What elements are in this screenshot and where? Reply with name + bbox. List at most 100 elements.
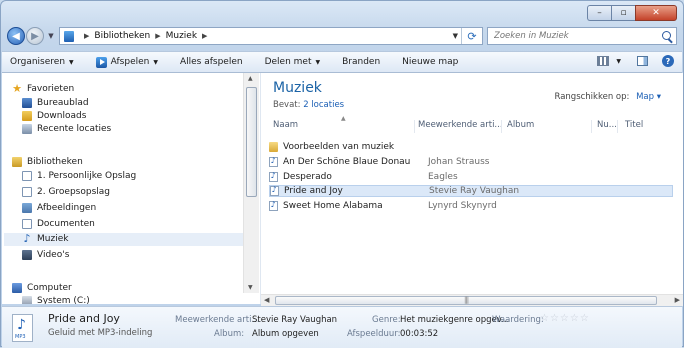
details-pane: ♪ MP3 Pride and Joy Geluid met MP3-indel… [2, 306, 682, 348]
file-list-pane: Muziek Bevat: 2 locaties Rangschikken op… [261, 73, 683, 294]
column-divider[interactable] [591, 120, 592, 133]
burn-button[interactable]: Branden [342, 57, 380, 67]
nav-item-music[interactable]: ♪ Muziek [22, 233, 68, 245]
nav-favorites[interactable]: ★ Favorieten [12, 83, 74, 95]
nav-item-documents[interactable]: Documenten [22, 218, 95, 230]
explorer-window: – ▫ ✕ ◀ ▶ ▼ ▶ Bibliotheken ▶ Muziek ▶ ▼ … [0, 0, 684, 348]
scroll-down-icon[interactable]: ▼ [248, 284, 253, 291]
scroll-up-icon[interactable]: ▲ [248, 75, 253, 82]
nav-label: Afbeeldingen [37, 203, 97, 213]
nav-item-videos[interactable]: Video's [22, 249, 69, 261]
help-icon[interactable]: ? [662, 55, 674, 67]
artist-value[interactable]: Stevie Ray Vaughan [252, 315, 337, 325]
computer-icon [12, 283, 22, 293]
column-divider[interactable] [617, 120, 618, 133]
navigation-pane: ★ Favorieten Bureaublad Downloads Recent… [2, 73, 261, 304]
address-bar[interactable]: ▶ Bibliotheken ▶ Muziek ▶ ▼ ⟳ [59, 27, 483, 45]
library-includes: Bevat: 2 locaties [273, 100, 344, 110]
file-row-selected[interactable]: Pride and Joy Stevie Ray Vaughan [269, 185, 673, 197]
forward-button[interactable]: ▶ [26, 27, 44, 45]
search-icon[interactable] [662, 31, 671, 40]
nav-item-desktop[interactable]: Bureaublad [22, 97, 89, 109]
nav-item-personal-storage[interactable]: 1. Persoonlijke Opslag [22, 170, 136, 182]
scrollbar-thumb[interactable] [246, 87, 257, 197]
horizontal-scrollbar[interactable]: ◀ ||| ▶ [261, 294, 683, 306]
scroll-right-icon[interactable]: ▶ [675, 296, 680, 304]
chevron-down-icon: ▼ [69, 58, 74, 66]
search-box[interactable] [487, 27, 677, 45]
file-name: Desperado [283, 172, 332, 182]
nav-computer[interactable]: Computer [12, 282, 72, 294]
nav-label: Favorieten [27, 84, 75, 94]
scrollbar-thumb[interactable]: ||| [275, 296, 657, 305]
column-header-name[interactable]: Naam [273, 120, 298, 130]
breadcrumb-music[interactable]: Muziek [166, 31, 197, 41]
play-all-button[interactable]: Alles afspelen [180, 57, 243, 67]
mp3-thumbnail-icon: ♪ MP3 [12, 314, 33, 342]
refresh-icon[interactable]: ⟳ [461, 28, 482, 44]
view-controls: ▼ ? [597, 55, 674, 67]
library-locations-link[interactable]: 2 locaties [303, 100, 344, 110]
new-folder-button[interactable]: Nieuwe map [402, 57, 458, 67]
libraries-icon [12, 157, 22, 167]
command-bar: Organiseren ▼ Afspelen ▼ Alles afspelen … [2, 51, 682, 73]
share-button[interactable]: Delen met ▼ [265, 57, 321, 67]
duration-value: 00:03:52 [400, 329, 439, 339]
organize-label: Organiseren [10, 57, 66, 67]
maximize-button[interactable]: ▫ [611, 5, 635, 21]
scroll-left-icon[interactable]: ◀ [264, 296, 269, 304]
column-header-album[interactable]: Album [507, 120, 534, 130]
recent-places-icon [22, 124, 32, 134]
document-library-icon [22, 187, 32, 197]
folder-icon [269, 142, 278, 152]
breadcrumb-libraries[interactable]: Bibliotheken [94, 31, 150, 41]
nav-libraries[interactable]: Bibliotheken [12, 156, 83, 168]
duration-label: Afspeelduur: [347, 329, 401, 339]
hard-drive-icon [22, 296, 32, 304]
nav-label: Documenten [37, 219, 95, 229]
rating-stars[interactable]: ☆☆☆☆☆ [540, 313, 590, 324]
album-value[interactable]: Album opgeven [252, 329, 319, 339]
preview-pane-icon[interactable] [637, 56, 648, 66]
mp3-file-icon [270, 185, 279, 196]
column-headers: Naam ▲ Meewerkende arti... Album Nu... T… [261, 115, 683, 133]
arrange-by-dropdown[interactable]: Map ▾ [636, 92, 661, 102]
chevron-right-icon[interactable]: ▶ [155, 32, 160, 40]
column-header-title[interactable]: Titel [625, 120, 643, 130]
file-row[interactable]: Desperado Eagles [269, 171, 673, 183]
nav-label: Downloads [37, 111, 87, 121]
file-row[interactable]: Sweet Home Alabama Lynyrd Skynyrd [269, 200, 673, 212]
view-dropdown[interactable]: ▼ [612, 58, 621, 65]
mp3-label: MP3 [15, 334, 26, 340]
view-options-icon[interactable] [597, 56, 610, 66]
nav-label: Bibliotheken [27, 157, 83, 167]
back-button[interactable]: ◀ [7, 27, 25, 45]
column-header-artist[interactable]: Meewerkende arti... [418, 120, 503, 130]
rating-label: Waardering: [492, 315, 544, 325]
search-input[interactable] [494, 31, 644, 41]
nav-item-downloads[interactable]: Downloads [22, 110, 86, 122]
close-button[interactable]: ✕ [635, 5, 677, 21]
column-divider[interactable] [501, 120, 502, 133]
minimize-button[interactable]: – [587, 5, 611, 21]
column-header-number[interactable]: Nu... [597, 120, 617, 130]
file-row[interactable]: An Der Schöne Blaue Donau Johan Strauss [269, 156, 673, 168]
chevron-right-icon[interactable]: ▶ [84, 32, 89, 40]
nav-item-group-storage[interactable]: 2. Groepsopslag [22, 186, 110, 198]
file-artist: Stevie Ray Vaughan [429, 186, 520, 196]
nav-item-recent-places[interactable]: Recente locaties [22, 123, 111, 135]
nav-item-pictures[interactable]: Afbeeldingen [22, 202, 96, 214]
file-row[interactable]: Voorbeelden van muziek [269, 141, 673, 153]
nav-item-system-drive[interactable]: System (C:) [22, 295, 90, 304]
column-divider[interactable] [414, 120, 415, 133]
library-title: Muziek [273, 80, 322, 96]
file-name: An Der Schöne Blaue Donau [283, 157, 411, 167]
play-button[interactable]: Afspelen ▼ [95, 56, 158, 68]
recent-pages-dropdown[interactable]: ▼ [46, 32, 56, 40]
mp3-file-icon [269, 200, 278, 211]
nav-label: Bureaublad [37, 98, 89, 108]
organize-button[interactable]: Organiseren ▼ [10, 57, 74, 67]
nav-vertical-scrollbar[interactable]: ▲ ▼ [243, 73, 259, 293]
address-history-dropdown[interactable]: ▼ [453, 32, 458, 40]
chevron-right-icon[interactable]: ▶ [202, 32, 207, 40]
